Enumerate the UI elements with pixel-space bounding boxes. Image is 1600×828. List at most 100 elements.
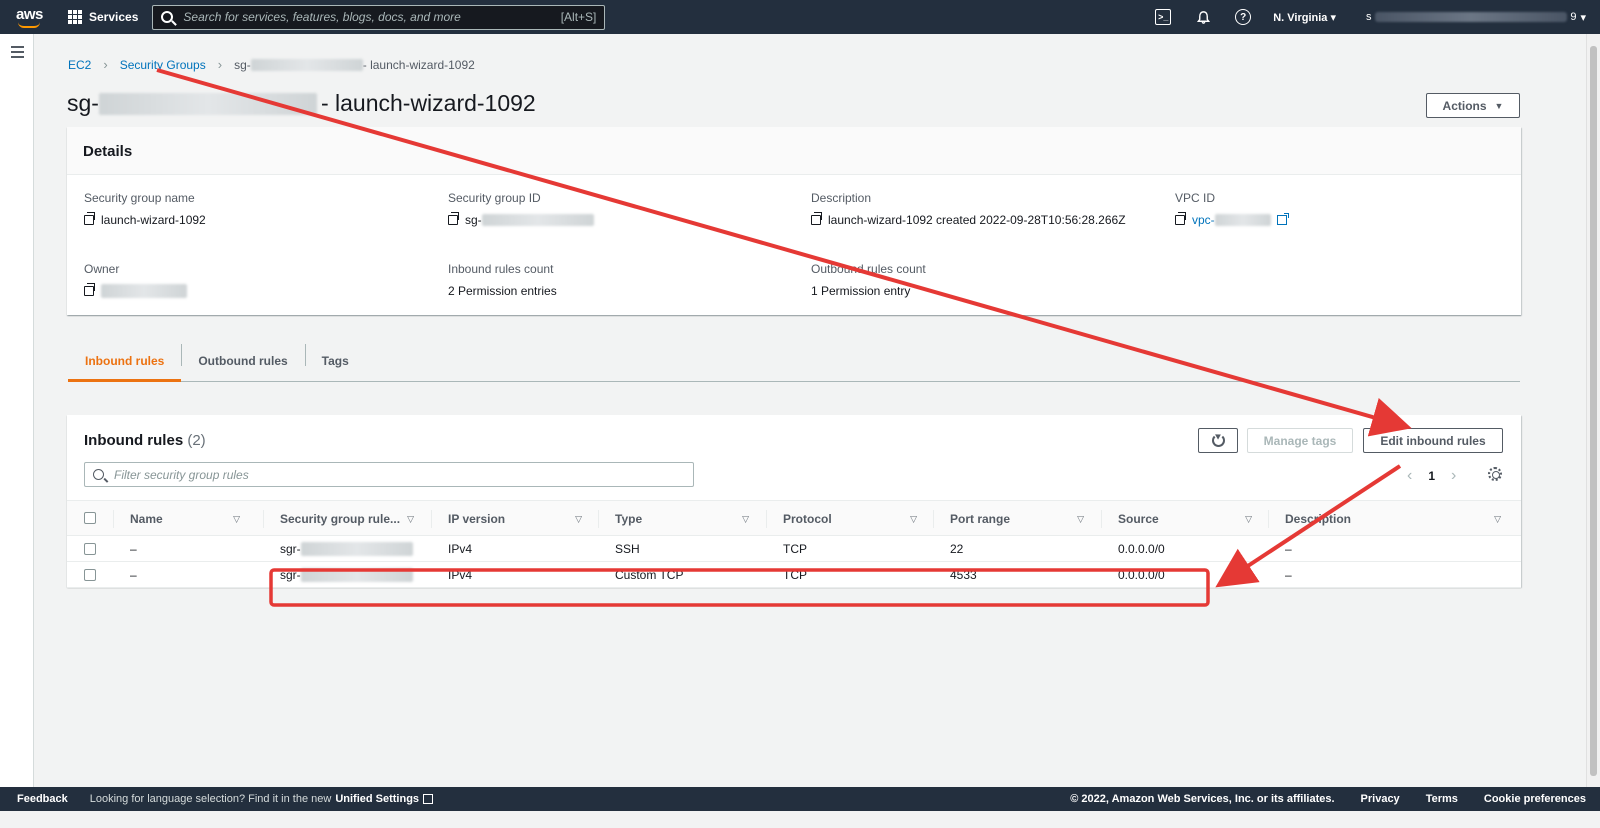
page-title: sg- - launch-wizard-1092 [67,90,536,116]
search-icon [161,11,174,23]
refresh-icon [1211,434,1225,447]
redacted-id [300,568,413,582]
copy-icon[interactable] [84,212,95,225]
nav-right: >_ ? N. Virginia ▾ s 9 ▾ [1143,0,1600,34]
field-description: Description launch-wizard-1092 created 2… [811,191,1126,227]
row-checkbox[interactable] [84,543,96,555]
footer-links: © 2022, Amazon Web Services, Inc. or its… [1070,793,1586,805]
scrollbar-thumb[interactable] [1590,46,1597,776]
cookie-preferences-link[interactable]: Cookie preferences [1484,793,1586,805]
sort-icon: ▽ [1494,513,1501,524]
field-vpc-id: VPC ID vpc- [1175,191,1289,227]
copyright: © 2022, Amazon Web Services, Inc. or its… [1070,793,1335,805]
search-icon [93,469,104,480]
bell-icon[interactable] [1195,9,1211,25]
sort-icon: ▽ [1245,513,1252,524]
col-rule-id[interactable]: Security group rule... ▽ [263,501,422,537]
annotation-overlay [156,68,1412,607]
redacted-id [300,542,413,556]
redacted-id [98,92,317,115]
sort-icon: ▽ [407,513,414,524]
col-port-range[interactable]: Port range ▽ [933,501,1092,537]
sort-icon: ▽ [1077,513,1084,524]
copy-icon[interactable] [811,212,822,225]
details-panel: Details Security group name launch-wizar… [67,127,1521,315]
col-type[interactable]: Type ▽ [598,501,757,537]
field-outbound-rules-count: Outbound rules count 1 Permission entry [811,262,926,298]
side-navigation-rail [0,34,34,787]
page-scrollbar[interactable] [1586,34,1600,787]
col-description[interactable]: Description ▽ [1268,501,1509,537]
page-footer: Feedback Looking for language selection?… [0,787,1600,811]
redacted-id [1214,214,1271,226]
rule-id-cell: sgr- [280,562,413,588]
field-security-group-id: Security group ID sg- [448,191,594,227]
field-inbound-rules-count: Inbound rules count 2 Permission entries [448,262,557,298]
chevron-down-icon: ▾ [1580,11,1586,24]
search-shortcut: [Alt+S] [560,10,597,24]
bottom-strip [0,811,1600,828]
services-menu-button[interactable]: Services [68,10,138,24]
caret-down-icon: ▼ [1494,100,1504,111]
chevron-right-icon: › [103,57,108,72]
breadcrumb-security-groups[interactable]: Security Groups [120,58,206,72]
breadcrumb-ec2[interactable]: EC2 [68,58,91,72]
col-ip-version[interactable]: IP version ▽ [431,501,590,537]
breadcrumb-current: sg- - launch-wizard-1092 [234,57,475,72]
chevron-right-icon: › [217,57,223,72]
manage-tags-button[interactable]: Manage tags [1247,428,1353,453]
chevron-right-icon[interactable]: › [1451,467,1456,485]
col-protocol[interactable]: Protocol ▽ [766,501,925,537]
actions-button[interactable]: Actions ▼ [1426,93,1520,118]
col-name[interactable]: Name ▽ [113,501,248,537]
row-checkbox[interactable] [84,569,96,581]
help-icon[interactable]: ? [1235,9,1252,25]
aws-smile-icon [18,22,40,28]
redacted-id [481,214,594,226]
sort-icon: ▽ [233,513,240,524]
grid-icon [68,10,82,24]
tab-list: Inbound rules Outbound rules Tags [68,340,1520,382]
feedback-link[interactable]: Feedback [17,793,68,805]
language-message: Looking for language selection? Find it … [89,793,332,805]
tab-inbound-rules[interactable]: Inbound rules [68,340,182,382]
chevron-left-icon[interactable]: ‹ [1407,467,1412,485]
table-header: Name ▽ Security group rule... ▽ IP version… [67,500,1521,536]
page-number[interactable]: 1 [1428,469,1435,483]
field-security-group-name: Security group name launch-wizard-1092 [84,191,206,227]
details-heading: Details [67,127,1521,175]
account-menu[interactable]: s 9 ▾ [1366,11,1586,24]
table-row[interactable]: – sgr- IPv4 SSH TCP 22 0.0.0.0/0 – [67,536,1521,562]
inbound-rules-panel: Inbound rules (2) Manage tags Edit inbou… [67,415,1521,588]
region-selector[interactable]: N. Virginia ▾ [1273,11,1336,24]
sort-icon: ▽ [742,513,749,524]
external-link-icon[interactable] [1276,213,1289,225]
cloudshell-icon[interactable]: >_ [1155,9,1172,25]
filter-rules-input[interactable]: Filter security group rules [84,462,694,487]
gear-icon[interactable] [1488,467,1502,481]
privacy-link[interactable]: Privacy [1361,793,1400,805]
redacted-owner [101,284,187,298]
refresh-button[interactable] [1198,428,1238,453]
inbound-rules-heading: Inbound rules (2) [84,432,206,449]
unified-settings-link[interactable]: Unified Settings [335,793,434,805]
edit-inbound-rules-button[interactable]: Edit inbound rules [1363,428,1503,453]
sort-icon: ▽ [910,513,917,524]
copy-icon[interactable] [1175,212,1186,225]
pagination: ‹ 1 › [1397,467,1466,485]
top-navigation: aws Services Search for services, featur… [0,0,1600,34]
col-source[interactable]: Source ▽ [1101,501,1260,537]
vpc-link[interactable]: vpc- [1192,213,1215,227]
copy-icon[interactable] [448,212,459,225]
copy-icon[interactable] [84,283,95,296]
tab-tags[interactable]: Tags [304,340,366,382]
redacted-id [250,58,363,71]
menu-icon[interactable] [11,46,24,61]
terms-link[interactable]: Terms [1426,793,1458,805]
table-row[interactable]: – sgr- IPv4 Custom TCP TCP 4533 0.0.0.0/… [67,562,1521,588]
select-all-checkbox[interactable] [84,512,96,524]
external-link-icon [423,794,434,804]
aws-logo[interactable]: aws [14,4,56,30]
global-search-input[interactable]: Search for services, features, blogs, do… [152,4,606,30]
tab-outbound-rules[interactable]: Outbound rules [181,340,304,382]
